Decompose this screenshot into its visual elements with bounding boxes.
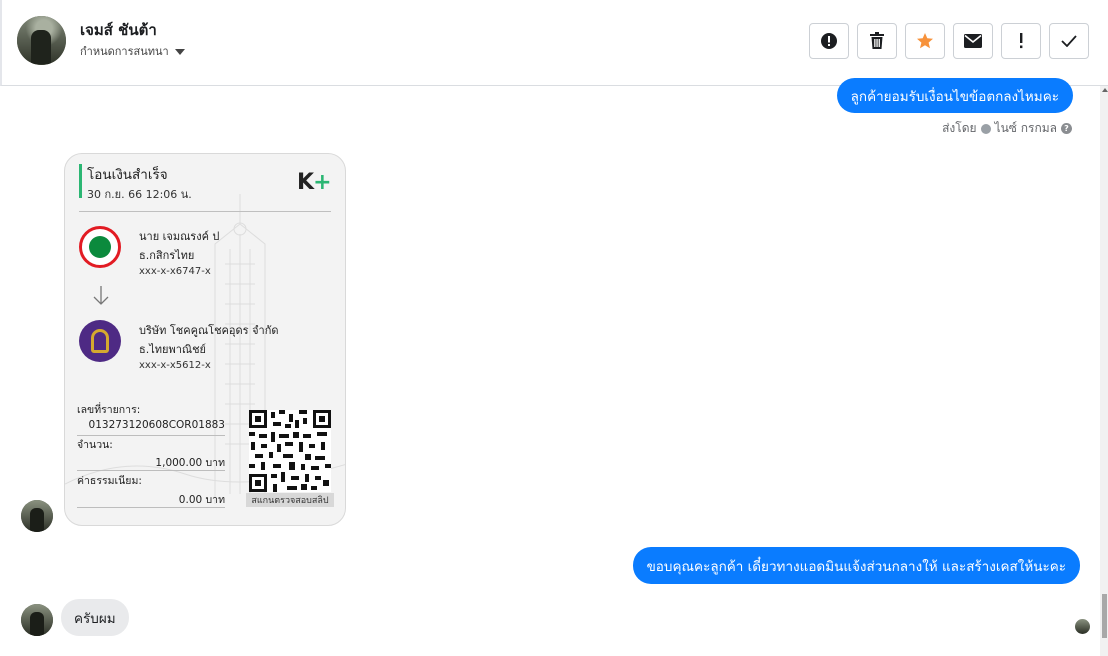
receiver-name: บริษัท โชคคูณโชคอุดร จำกัด xyxy=(139,324,279,337)
slip-title-accent xyxy=(79,164,82,198)
envelope-icon xyxy=(964,34,982,48)
qr-code-image[interactable] xyxy=(249,410,331,492)
scrollbar-thumb[interactable] xyxy=(1102,594,1107,638)
qr-caption: สแกนตรวจสอบสลิป xyxy=(246,493,334,507)
outgoing-message[interactable]: ลูกค้ายอมรับเงื่อนไขข้อตกลงไหมคะ xyxy=(836,78,1073,113)
scroll-up-arrow-icon[interactable] xyxy=(1102,88,1108,92)
mark-done-button[interactable] xyxy=(1049,23,1089,59)
field-divider xyxy=(77,507,225,508)
sent-by-name[interactable]: ไนซ์ กรกมล xyxy=(995,119,1057,138)
assign-label: กำหนดการสนทนา xyxy=(80,45,169,58)
contact-avatar-small[interactable] xyxy=(21,604,53,636)
receiver-account: xxx-x-x5612-x xyxy=(139,360,211,371)
star-icon xyxy=(917,33,933,49)
amount-value: 1,000.00 บาท xyxy=(155,457,225,469)
slip-divider xyxy=(79,211,331,212)
assign-conversation-dropdown[interactable]: กำหนดการสนทนา xyxy=(80,42,185,60)
field-divider xyxy=(77,470,225,471)
sender-bank: ธ.กสิกรไทย xyxy=(139,249,195,262)
outgoing-message[interactable]: ขอบคุณคะลูกค้า เดี๋ยวทางแอดมินแจ้งส่วนกล… xyxy=(632,547,1080,584)
kplus-logo-plus: + xyxy=(313,170,331,195)
amount-label: จำนวน: xyxy=(77,439,113,451)
ref-value: 013273120608COR01883 xyxy=(88,419,225,431)
kplus-logo: K+ xyxy=(297,170,332,195)
receiver-bank: ธ.ไทยพาณิชย์ xyxy=(139,343,206,356)
trash-icon xyxy=(870,32,884,49)
kasikorn-bank-icon xyxy=(79,226,121,268)
caret-down-icon xyxy=(174,49,185,55)
fee-label: ค่าธรรมเนียม: xyxy=(77,475,142,487)
check-icon xyxy=(1061,35,1077,47)
contact-name[interactable]: เจมส์ ชันต้า xyxy=(80,18,157,42)
sent-by-info: ส่งโดย ไนซ์ กรกมล ? xyxy=(942,119,1072,138)
ref-label: เลขที่รายการ: xyxy=(77,404,141,416)
thread-scrollbar[interactable] xyxy=(1100,86,1108,656)
mark-unread-button[interactable] xyxy=(953,23,993,59)
follow-up-button[interactable] xyxy=(1001,23,1041,59)
fee-value: 0.00 บาท xyxy=(178,494,225,506)
exclamation-icon xyxy=(1020,33,1023,49)
sender-account: xxx-x-x6747-x xyxy=(139,266,211,277)
alert-circle-icon xyxy=(821,33,837,49)
seen-receipt-avatar xyxy=(1075,619,1090,634)
sender-name: นาย เจมณรงค์ ป xyxy=(139,230,220,243)
scb-bank-icon xyxy=(79,320,121,362)
incoming-message[interactable]: ครับผม xyxy=(61,599,129,636)
conversation-header: เจมส์ ชันต้า กำหนดการสนทนา xyxy=(0,0,1108,86)
report-spam-button[interactable] xyxy=(809,23,849,59)
kplus-logo-k: K xyxy=(297,170,314,195)
help-icon[interactable]: ? xyxy=(1061,123,1072,134)
slip-title: โอนเงินสำเร็จ xyxy=(87,167,168,183)
slip-datetime: 30 ก.ย. 66 12:06 น. xyxy=(87,188,192,201)
transfer-slip-image[interactable]: โอนเงินสำเร็จ 30 ก.ย. 66 12:06 น. K+ นาย… xyxy=(64,153,346,526)
verified-icon xyxy=(980,123,991,134)
contact-avatar[interactable] xyxy=(17,16,66,65)
star-button[interactable] xyxy=(905,23,945,59)
arrow-down-icon xyxy=(93,286,109,305)
sent-by-prefix: ส่งโดย xyxy=(942,121,977,135)
contact-avatar-small[interactable] xyxy=(21,500,53,532)
delete-button[interactable] xyxy=(857,23,897,59)
